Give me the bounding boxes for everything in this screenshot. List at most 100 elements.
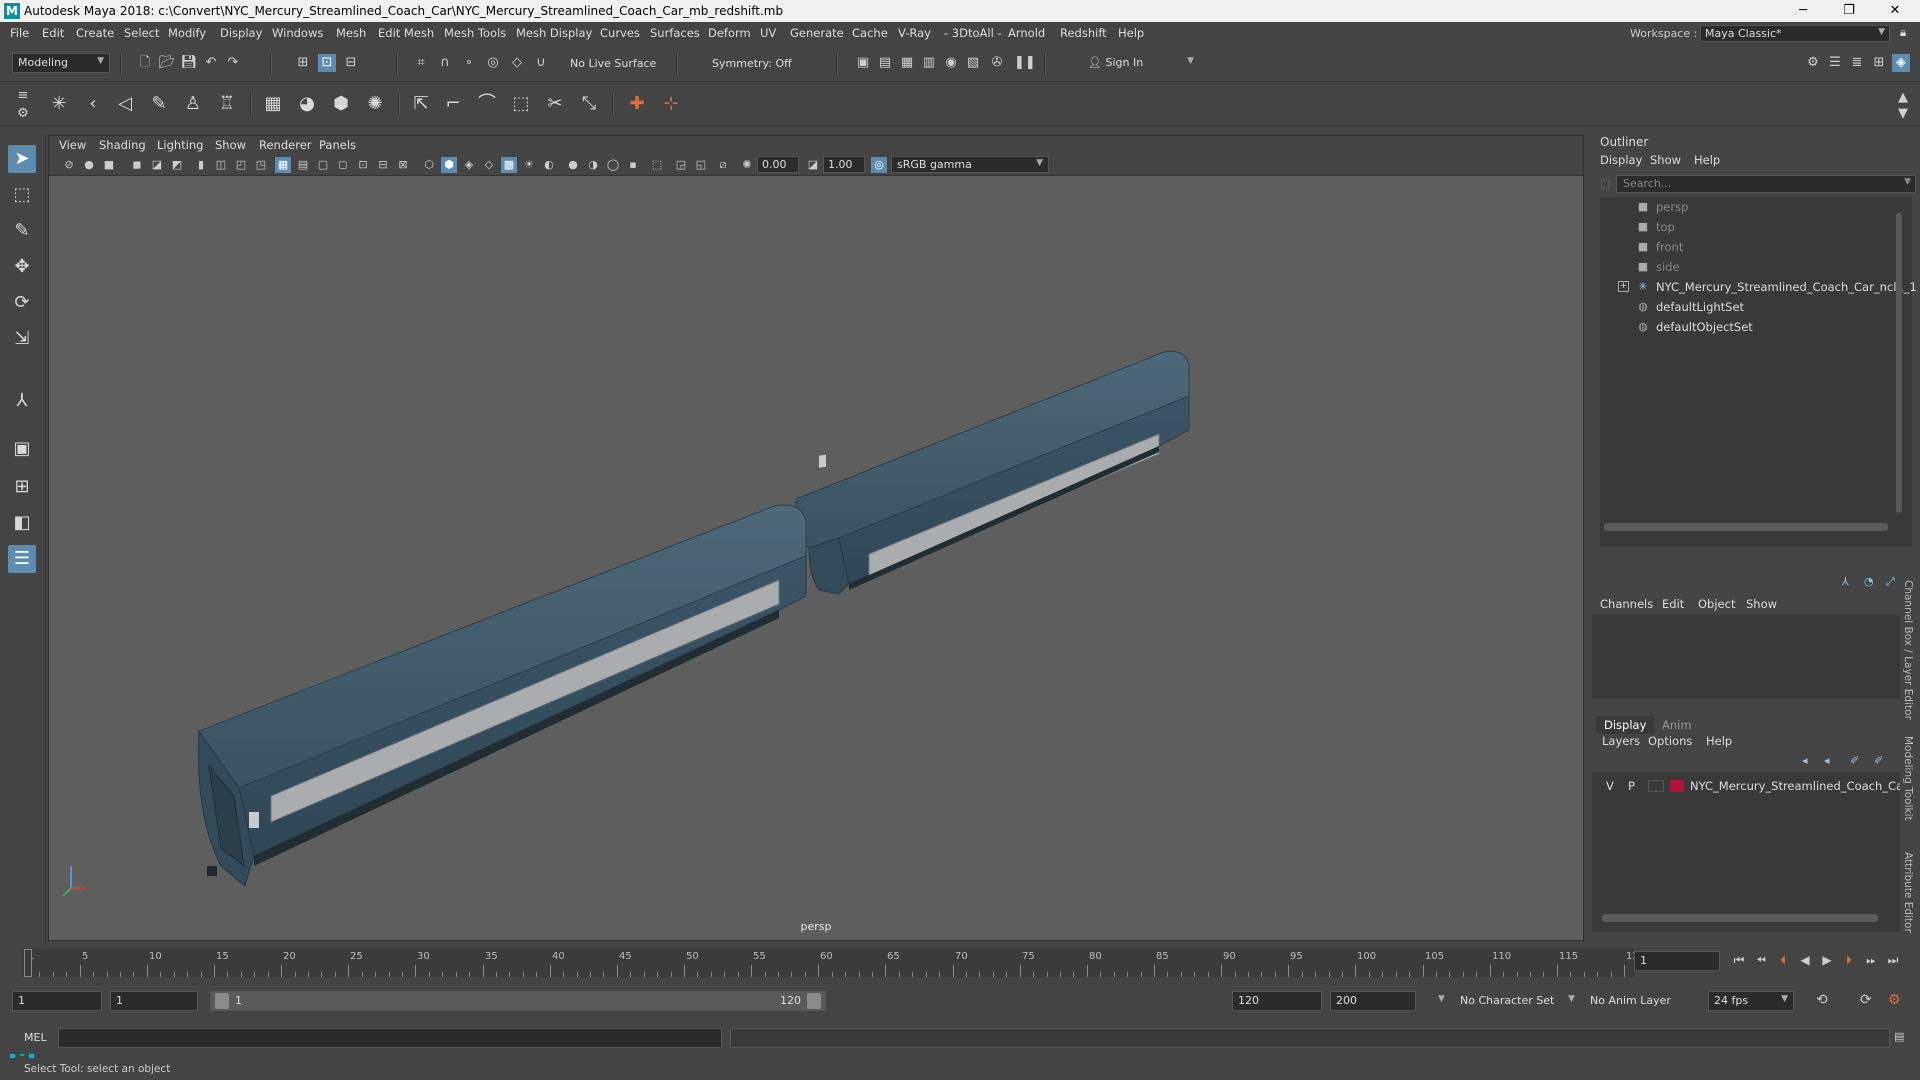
outliner-item-default-object-set[interactable]: ◍ defaultObjectSet [1600, 317, 1912, 337]
animation-start-field[interactable]: 1 [12, 991, 102, 1011]
sign-in-button[interactable]: 👤︎ Sign In ▼ [1082, 53, 1200, 73]
gamma-icon[interactable]: ◪ [805, 157, 821, 173]
live-surface-label[interactable]: No Live Surface [570, 57, 656, 70]
menu-generate[interactable]: Generate [790, 26, 844, 40]
mode-dropdown[interactable]: Modeling ▼ [12, 53, 110, 73]
menu-select[interactable]: Select [124, 26, 159, 40]
auto-key-icon[interactable]: ⟳ [1860, 992, 1872, 1008]
script-editor-icon[interactable]: ▤ [1894, 1030, 1904, 1043]
wireframe-shading-icon[interactable]: ⬡ [421, 157, 437, 173]
undo-icon[interactable]: ↶ [202, 54, 220, 72]
channels-menu-edit[interactable]: Edit [1662, 597, 1684, 611]
snap-surface-icon[interactable]: ◇ [508, 54, 526, 72]
outliner-item-persp[interactable]: ■ persp [1600, 197, 1912, 217]
ep-curve-icon[interactable]: ◁ [112, 91, 138, 117]
default-material-icon[interactable]: ◈ [461, 157, 477, 173]
tab-anim[interactable]: Anim [1654, 716, 1700, 734]
open-scene-icon[interactable]: 📂︎ [158, 54, 176, 72]
new-scene-icon[interactable]: 🗋 [136, 54, 154, 72]
resolution-gate-icon[interactable]: ◰ [233, 157, 249, 173]
wireframe-grid-icon[interactable]: ▦ [275, 157, 291, 173]
textured-icon[interactable]: ▩ [501, 157, 517, 173]
pause-render-icon[interactable]: ❚❚ [1014, 54, 1036, 72]
menu-edit-mesh[interactable]: Edit Mesh [378, 26, 434, 40]
new-layer-selected-icon[interactable]: ✐ [1874, 754, 1883, 767]
ipr-render-icon[interactable]: ▦ [898, 54, 916, 72]
menu-redshift[interactable]: Redshift [1060, 26, 1107, 40]
step-forward-icon[interactable]: ⏩︎ [1862, 953, 1880, 968]
select-camera-icon[interactable]: ⊘ [61, 157, 77, 173]
3d-viewport[interactable]: persp [49, 176, 1583, 940]
menu-mesh[interactable]: Mesh [336, 26, 366, 40]
viewport-menu-show[interactable]: Show [215, 138, 246, 152]
pencil-curve-icon[interactable]: ✎ [146, 91, 172, 117]
tab-display[interactable]: Display [1596, 716, 1655, 734]
outliner-menu-show[interactable]: Show [1650, 153, 1681, 167]
symmetry-label[interactable]: Symmetry: Off [712, 57, 792, 70]
go-to-end-icon[interactable]: ⏭ [1884, 953, 1902, 968]
single-perspective-layout-icon[interactable]: ▣ [8, 435, 36, 463]
outliner-toggle-icon[interactable]: ⊞ [1870, 54, 1888, 72]
grease-pencil-icon[interactable]: ◩ [169, 157, 185, 173]
time-slider-track[interactable]: 1510152025303540455055606570758085909510… [22, 949, 1645, 977]
new-layer-icon[interactable]: ✐ [1850, 754, 1859, 767]
save-scene-icon[interactable]: 💾︎ [180, 54, 198, 72]
channel-box-toggle-icon[interactable]: ◈ [1892, 54, 1910, 72]
gate-mask-icon[interactable]: ◳ [253, 157, 269, 173]
isolate-select-icon[interactable]: ⊡ [355, 157, 371, 173]
layer-editor-icon[interactable]: ◔ [1864, 575, 1874, 588]
menu-deform[interactable]: Deform [708, 26, 751, 40]
camera-lock-icon[interactable]: ◲ [673, 157, 689, 173]
menu-edit[interactable]: Edit [42, 26, 64, 40]
menu-windows[interactable]: Windows [272, 26, 323, 40]
layer-playback-toggle[interactable]: P [1628, 779, 1635, 793]
menu-uv[interactable]: UV [760, 26, 776, 40]
popout-icon[interactable]: ⤢ [1886, 575, 1895, 589]
move-layer-down-icon[interactable]: ◂ [1824, 754, 1830, 767]
redo-icon[interactable]: ↷ [224, 54, 242, 72]
render-sequence-icon[interactable]: ▤ [876, 54, 894, 72]
rotate-tool-icon[interactable]: ⟳ [8, 289, 36, 317]
menu-curves[interactable]: Curves [600, 26, 640, 40]
menu-create[interactable]: Create [76, 26, 114, 40]
menu-file[interactable]: File [10, 26, 29, 40]
playback-end-field[interactable]: 120 [1232, 991, 1322, 1011]
chevron-down-icon[interactable]: ▼ [1568, 994, 1575, 1004]
xray-icon[interactable]: ⊟ [375, 157, 391, 173]
hud-icon[interactable]: ⬚ [649, 157, 665, 173]
select-tool-icon[interactable]: ➤ [8, 145, 36, 173]
safe-action-icon[interactable]: ▢ [315, 157, 331, 173]
playback-start-field[interactable]: 1 [110, 991, 198, 1011]
gamma-field[interactable]: 1.00 [823, 156, 865, 173]
horizontal-scrollbar[interactable] [1602, 914, 1878, 922]
humanik-icon[interactable]: ♙ [180, 91, 206, 117]
channels-menu-show[interactable]: Show [1746, 597, 1777, 611]
range-end-handle[interactable] [807, 993, 821, 1009]
scale-tool-icon[interactable]: ⇲ [8, 325, 36, 353]
play-forwards-icon[interactable]: ▶ [1818, 953, 1836, 967]
center-pivot-icon[interactable]: ✚ [624, 91, 650, 117]
layer-visibility-toggle[interactable]: V [1606, 779, 1614, 793]
show-manipulator-icon[interactable]: ⅄ [8, 387, 36, 415]
fps-dropdown[interactable]: 24 fps ▼ [1708, 991, 1794, 1011]
lasso-tool-icon[interactable]: ⬚ [8, 181, 36, 209]
outliner-item-default-light-set[interactable]: ◍ defaultLightSet [1600, 297, 1912, 317]
move-layer-up-icon[interactable]: ◂ [1802, 754, 1808, 767]
layer-color-swatch[interactable] [1670, 780, 1684, 792]
current-time-indicator[interactable] [24, 949, 32, 977]
bookmarks-icon[interactable]: ■ [101, 157, 117, 173]
workspace-dropdown[interactable]: Maya Classic* ▼ [1700, 25, 1890, 42]
outliner-menu-help[interactable]: Help [1694, 153, 1720, 167]
anim-layer-dropdown[interactable]: No Anim Layer [1590, 994, 1671, 1007]
menu-arnold[interactable]: Arnold [1008, 26, 1045, 40]
mel-label[interactable]: MEL [24, 1031, 47, 1044]
sculpt-tool-icon[interactable]: ✳ [46, 91, 72, 117]
depth-of-field-icon[interactable]: ▪ [625, 157, 641, 173]
xray-joints-icon[interactable]: ⊠ [395, 157, 411, 173]
safe-title-icon[interactable]: ◻ [335, 157, 351, 173]
camera-exposure-icon[interactable]: ◱ [693, 157, 709, 173]
scroll-down-icon[interactable]: ▼ [1894, 105, 1912, 123]
view-transform-dropdown[interactable]: sRGB gamma ▼ [891, 156, 1049, 173]
step-back-key-icon[interactable]: ⏴ [1774, 953, 1792, 968]
expand-icon[interactable]: + [1618, 281, 1629, 292]
